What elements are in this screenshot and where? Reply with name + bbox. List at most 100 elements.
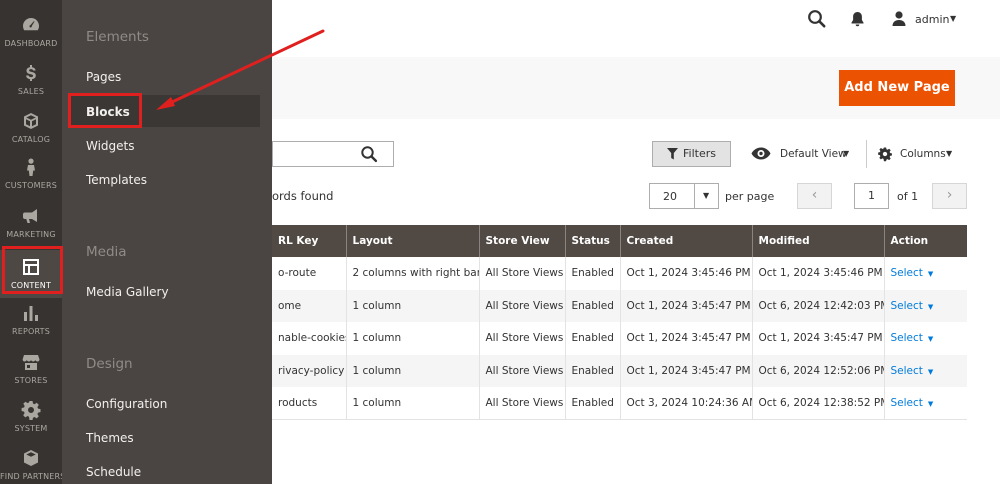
chevron-down-icon[interactable]: ▼	[946, 149, 952, 158]
submenu-heading-design: Design	[86, 356, 133, 372]
page-number-input[interactable]: 1	[854, 183, 889, 209]
cell-action: Select ▼	[883, 289, 967, 323]
cell-status: Enabled	[564, 289, 620, 323]
column-header-url-key[interactable]: RL Key	[272, 225, 346, 257]
cell-modified: Oct 6, 2024 12:42:03 PM	[751, 289, 884, 323]
select-action-link[interactable]: Select	[891, 332, 923, 344]
cell-layout: 2 columns with right bar	[345, 257, 479, 290]
admin-screen: DASHBOARD SALES CATALOG CUSTOMERS MARKET…	[0, 0, 1000, 484]
admin-username[interactable]: admin	[915, 13, 949, 26]
toolbar-divider	[866, 140, 867, 168]
chevron-down-icon[interactable]: ▼	[703, 191, 709, 200]
table-row[interactable]: roducts 1 column All Store Views Enabled…	[272, 387, 967, 421]
highlight-content-box	[2, 246, 63, 294]
caret-down-icon[interactable]: ▼	[928, 368, 933, 376]
nav-item-label: SALES	[17, 87, 45, 96]
previous-page-button[interactable]: ‹	[797, 183, 832, 209]
cell-status: Enabled	[564, 387, 620, 421]
nav-item-customers[interactable]: CUSTOMERS	[0, 156, 62, 204]
select-action-link[interactable]: Select	[891, 397, 923, 409]
column-header-action: Action	[883, 225, 967, 257]
submenu-link-pages[interactable]: Pages	[86, 70, 121, 84]
select-action-link[interactable]: Select	[891, 300, 923, 312]
column-header-status[interactable]: Status	[564, 225, 620, 257]
page-total-label: of 1	[897, 190, 919, 203]
nav-item-label: STORES	[14, 376, 48, 385]
submenu-link-configuration[interactable]: Configuration	[86, 397, 167, 411]
highlight-blocks-box	[68, 93, 142, 128]
view-selector[interactable]: Default View	[780, 148, 847, 160]
submenu-link-themes[interactable]: Themes	[86, 431, 134, 445]
cell-url-key: roducts	[272, 387, 346, 421]
cell-status: Enabled	[564, 257, 620, 290]
nav-item-reports[interactable]: REPORTS	[0, 302, 62, 350]
chevron-down-icon[interactable]: ▼	[843, 149, 849, 158]
select-action-link[interactable]: Select	[891, 365, 923, 377]
column-header-layout[interactable]: Layout	[345, 225, 479, 257]
filters-button[interactable]: Filters	[652, 141, 731, 167]
records-found-text: ords found	[272, 189, 334, 203]
bar-chart-icon	[24, 306, 38, 321]
eye-icon[interactable]	[751, 147, 771, 160]
column-header-created[interactable]: Created	[619, 225, 752, 257]
submenu-heading-media: Media	[86, 244, 127, 260]
user-icon[interactable]	[891, 10, 907, 26]
nav-item-dashboard[interactable]: DASHBOARD	[0, 14, 62, 62]
cube-icon	[24, 113, 38, 129]
nav-item-label: CUSTOMERS	[4, 181, 58, 190]
cell-layout: 1 column	[345, 387, 479, 421]
cell-modified: Oct 1, 2024 3:45:46 PM	[751, 257, 884, 290]
nav-item-label: SYSTEM	[14, 424, 48, 433]
chevron-down-icon[interactable]: ▼	[950, 14, 956, 23]
select-action-link[interactable]: Select	[891, 267, 923, 279]
cell-action: Select ▼	[883, 354, 967, 388]
cell-status: Enabled	[564, 322, 620, 355]
bell-icon[interactable]	[850, 11, 865, 27]
nav-item-sales[interactable]: SALES	[0, 62, 62, 110]
caret-down-icon[interactable]: ▼	[928, 400, 933, 408]
nav-item-system[interactable]: SYSTEM	[0, 399, 62, 447]
column-header-store-view[interactable]: Store View	[478, 225, 565, 257]
cell-created: Oct 1, 2024 3:45:46 PM	[619, 257, 752, 290]
nav-item-stores[interactable]: STORES	[0, 351, 62, 399]
nav-item-label: FIND PARTNERS	[0, 472, 66, 481]
cell-action: Select ▼	[883, 257, 967, 290]
search-icon[interactable]	[807, 9, 827, 29]
table-row[interactable]: nable-cookies 1 column All Store Views E…	[272, 322, 967, 355]
table-row[interactable]: rivacy-policy 1 column All Store Views E…	[272, 354, 967, 388]
table-row[interactable]: o-route 2 columns with right bar All Sto…	[272, 257, 967, 290]
submenu-link-templates[interactable]: Templates	[86, 173, 147, 187]
search-icon[interactable]	[360, 145, 378, 163]
table-row[interactable]: ome 1 column All Store Views Enabled Oct…	[272, 289, 967, 323]
pages-grid: RL Key Layout Store View Status Created …	[272, 225, 967, 421]
nav-item-label: MARKETING	[6, 230, 56, 239]
megaphone-icon	[23, 209, 37, 223]
caret-down-icon[interactable]: ▼	[928, 303, 933, 311]
cell-action: Select ▼	[883, 322, 967, 355]
column-header-modified[interactable]: Modified	[751, 225, 884, 257]
caret-down-icon[interactable]: ▼	[928, 335, 933, 343]
storefront-icon	[22, 355, 40, 370]
admin-menu: DASHBOARD SALES CATALOG CUSTOMERS MARKET…	[0, 0, 66, 484]
columns-selector[interactable]: Columns	[900, 148, 946, 160]
nav-item-catalog[interactable]: CATALOG	[0, 110, 62, 158]
submenu-link-schedule[interactable]: Schedule	[86, 465, 141, 479]
cell-store-view: All Store Views	[478, 354, 565, 388]
submenu-link-widgets[interactable]: Widgets	[86, 139, 135, 153]
submenu-link-media-gallery[interactable]: Media Gallery	[86, 285, 169, 299]
cell-layout: 1 column	[345, 354, 479, 388]
gear-icon[interactable]	[877, 146, 893, 162]
dollar-icon	[26, 65, 36, 81]
cell-modified: Oct 6, 2024 12:38:52 PM	[751, 387, 884, 421]
per-page-value: 20	[663, 190, 677, 203]
partners-cube-icon	[24, 450, 38, 466]
add-new-page-button[interactable]: Add New Page	[839, 70, 955, 106]
speedometer-icon	[23, 18, 39, 31]
caret-down-icon[interactable]: ▼	[928, 270, 933, 278]
cell-created: Oct 3, 2024 10:24:36 AM	[619, 387, 752, 421]
next-page-button[interactable]: ›	[932, 183, 967, 209]
per-page-label: per page	[725, 190, 775, 203]
cell-store-view: All Store Views	[478, 257, 565, 290]
nav-item-find-partners[interactable]: FIND PARTNERS	[0, 447, 66, 484]
cell-store-view: All Store Views	[478, 289, 565, 323]
